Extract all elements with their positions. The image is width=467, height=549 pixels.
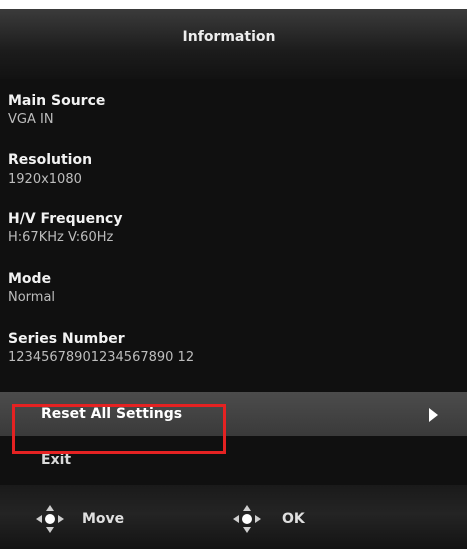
joystick-ok-icon: [233, 505, 261, 533]
mode-label: Mode: [8, 271, 52, 287]
main-source-value: VGA IN: [8, 112, 54, 127]
series-number-label: Series Number: [8, 331, 125, 347]
joystick-move-icon: [36, 505, 64, 533]
resolution-value: 1920x1080: [8, 172, 82, 187]
highlight-box: [12, 404, 226, 454]
submenu-arrow-icon: [429, 408, 438, 422]
ok-hint-label: OK: [282, 511, 305, 527]
footer-hints: Move OK: [0, 485, 467, 549]
header: Information: [0, 9, 467, 79]
osd-menu: Information Main Source VGA IN Resolutio…: [0, 9, 467, 549]
exit-label: Exit: [41, 452, 72, 468]
main-source-label: Main Source: [8, 93, 106, 109]
hv-frequency-value: H:67KHz V:60Hz: [8, 230, 114, 245]
series-number-value: 12345678901234567890 12: [8, 350, 195, 365]
move-hint-label: Move: [82, 511, 125, 527]
mode-value: Normal: [8, 290, 56, 305]
menu-title: Information: [182, 29, 276, 45]
resolution-label: Resolution: [8, 152, 93, 168]
hv-frequency-label: H/V Frequency: [8, 211, 123, 227]
